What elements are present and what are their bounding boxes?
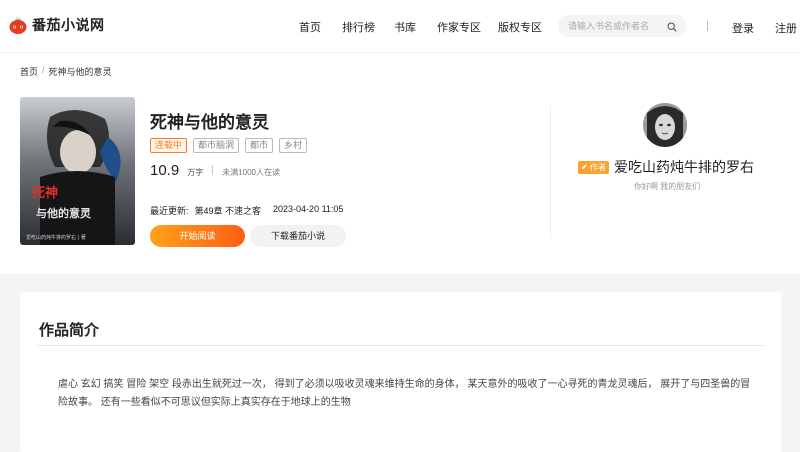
nav-home[interactable]: 首页 (299, 19, 321, 35)
register-link[interactable]: 注册 (775, 20, 797, 36)
book-cover[interactable]: 死神 与他的意灵 爱吃山药炖牛排的罗右 | 著 (20, 97, 135, 245)
tomato-logo-icon (8, 15, 28, 35)
genre-tag[interactable]: 都市脑洞 (193, 138, 240, 153)
login-link[interactable]: 登录 (732, 20, 754, 36)
cover-title-white: 与他的意灵 (36, 206, 92, 220)
search-icon[interactable] (667, 21, 677, 32)
intro-divider (38, 345, 764, 346)
word-unit: 万字 (187, 168, 204, 177)
latest-update: 最近更新: 第49章 不速之客 2023-04-20 11:05 (150, 204, 343, 217)
nav-ranking[interactable]: 排行榜 (342, 19, 375, 35)
header-divider (707, 21, 708, 31)
book-intro-section: 作品简介 虐心 玄幻 搞笑 冒险 架空 段赤出生就死过一次， 得到了必须以吸收灵… (20, 292, 781, 452)
search-box (558, 15, 686, 37)
nav-writer-zone[interactable]: 作家专区 (437, 19, 481, 35)
info-divider (550, 105, 551, 238)
book-tags: 连载中 都市脑洞 都市 乡村 (150, 138, 308, 153)
update-label: 最近更新: (150, 206, 189, 216)
status-badge: 连载中 (150, 138, 188, 153)
download-app-button[interactable]: 下载番茄小说 (250, 225, 346, 247)
intro-text: 虐心 玄幻 搞笑 冒险 架空 段赤出生就死过一次， 得到了必须以吸收灵魂来维持生… (58, 379, 751, 408)
cover-footer-text: 爱吃山药炖牛排的罗右 | 著 (26, 234, 86, 241)
word-count: 10.9 (150, 162, 180, 179)
book-info-panel: 首页 / 死神与他的意灵 死神 与他的意灵 爱吃山药炖牛排的罗右 | 著 死神与… (0, 52, 800, 274)
site-name: 番茄小说网 (32, 17, 105, 33)
pen-icon (581, 162, 588, 173)
update-time: 2023-04-20 11:05 (273, 204, 344, 214)
breadcrumb-home[interactable]: 首页 (20, 65, 38, 78)
breadcrumb-separator: / (42, 65, 45, 75)
author-badge: 作者 (578, 160, 609, 174)
top-header: 番茄小说网 首页 排行榜 书库 作家专区 版权专区 登录 注册 (0, 0, 800, 52)
genre-tag[interactable]: 都市 (245, 138, 274, 153)
stats-divider (212, 165, 214, 175)
intro-heading: 作品简介 (39, 322, 100, 339)
author-badge-label: 作者 (590, 162, 606, 172)
genre-tag[interactable]: 乡村 (279, 138, 308, 153)
book-title: 死神与他的意灵 (150, 113, 269, 132)
author-row: 作者 爱吃山药炖牛排的罗右 (578, 157, 754, 177)
update-chapter-link[interactable]: 第49章 不速之客 (195, 204, 262, 217)
cover-title-red: 死神 (32, 185, 58, 201)
author-avatar[interactable] (643, 103, 687, 147)
reader-count: 未满1000人在读 (222, 168, 280, 177)
start-reading-button[interactable]: 开始阅读 (150, 225, 245, 247)
site-logo[interactable]: 番茄小说网 (8, 15, 105, 35)
book-cover-art: 死神 与他的意灵 爱吃山药炖牛排的罗右 | 著 (20, 97, 135, 245)
author-name[interactable]: 爱吃山药炖牛排的罗右 (614, 157, 754, 177)
breadcrumb-current: 死神与他的意灵 (48, 67, 112, 77)
author-bio: 你好啊 我的朋友们 (634, 182, 701, 191)
book-stats: 10.9 万字 未满1000人在读 (150, 162, 280, 179)
nav-library[interactable]: 书库 (394, 19, 416, 35)
search-input[interactable] (568, 15, 668, 37)
breadcrumb: 首页 / 死神与他的意灵 (20, 65, 112, 78)
nav-copyright-zone[interactable]: 版权专区 (498, 19, 542, 35)
